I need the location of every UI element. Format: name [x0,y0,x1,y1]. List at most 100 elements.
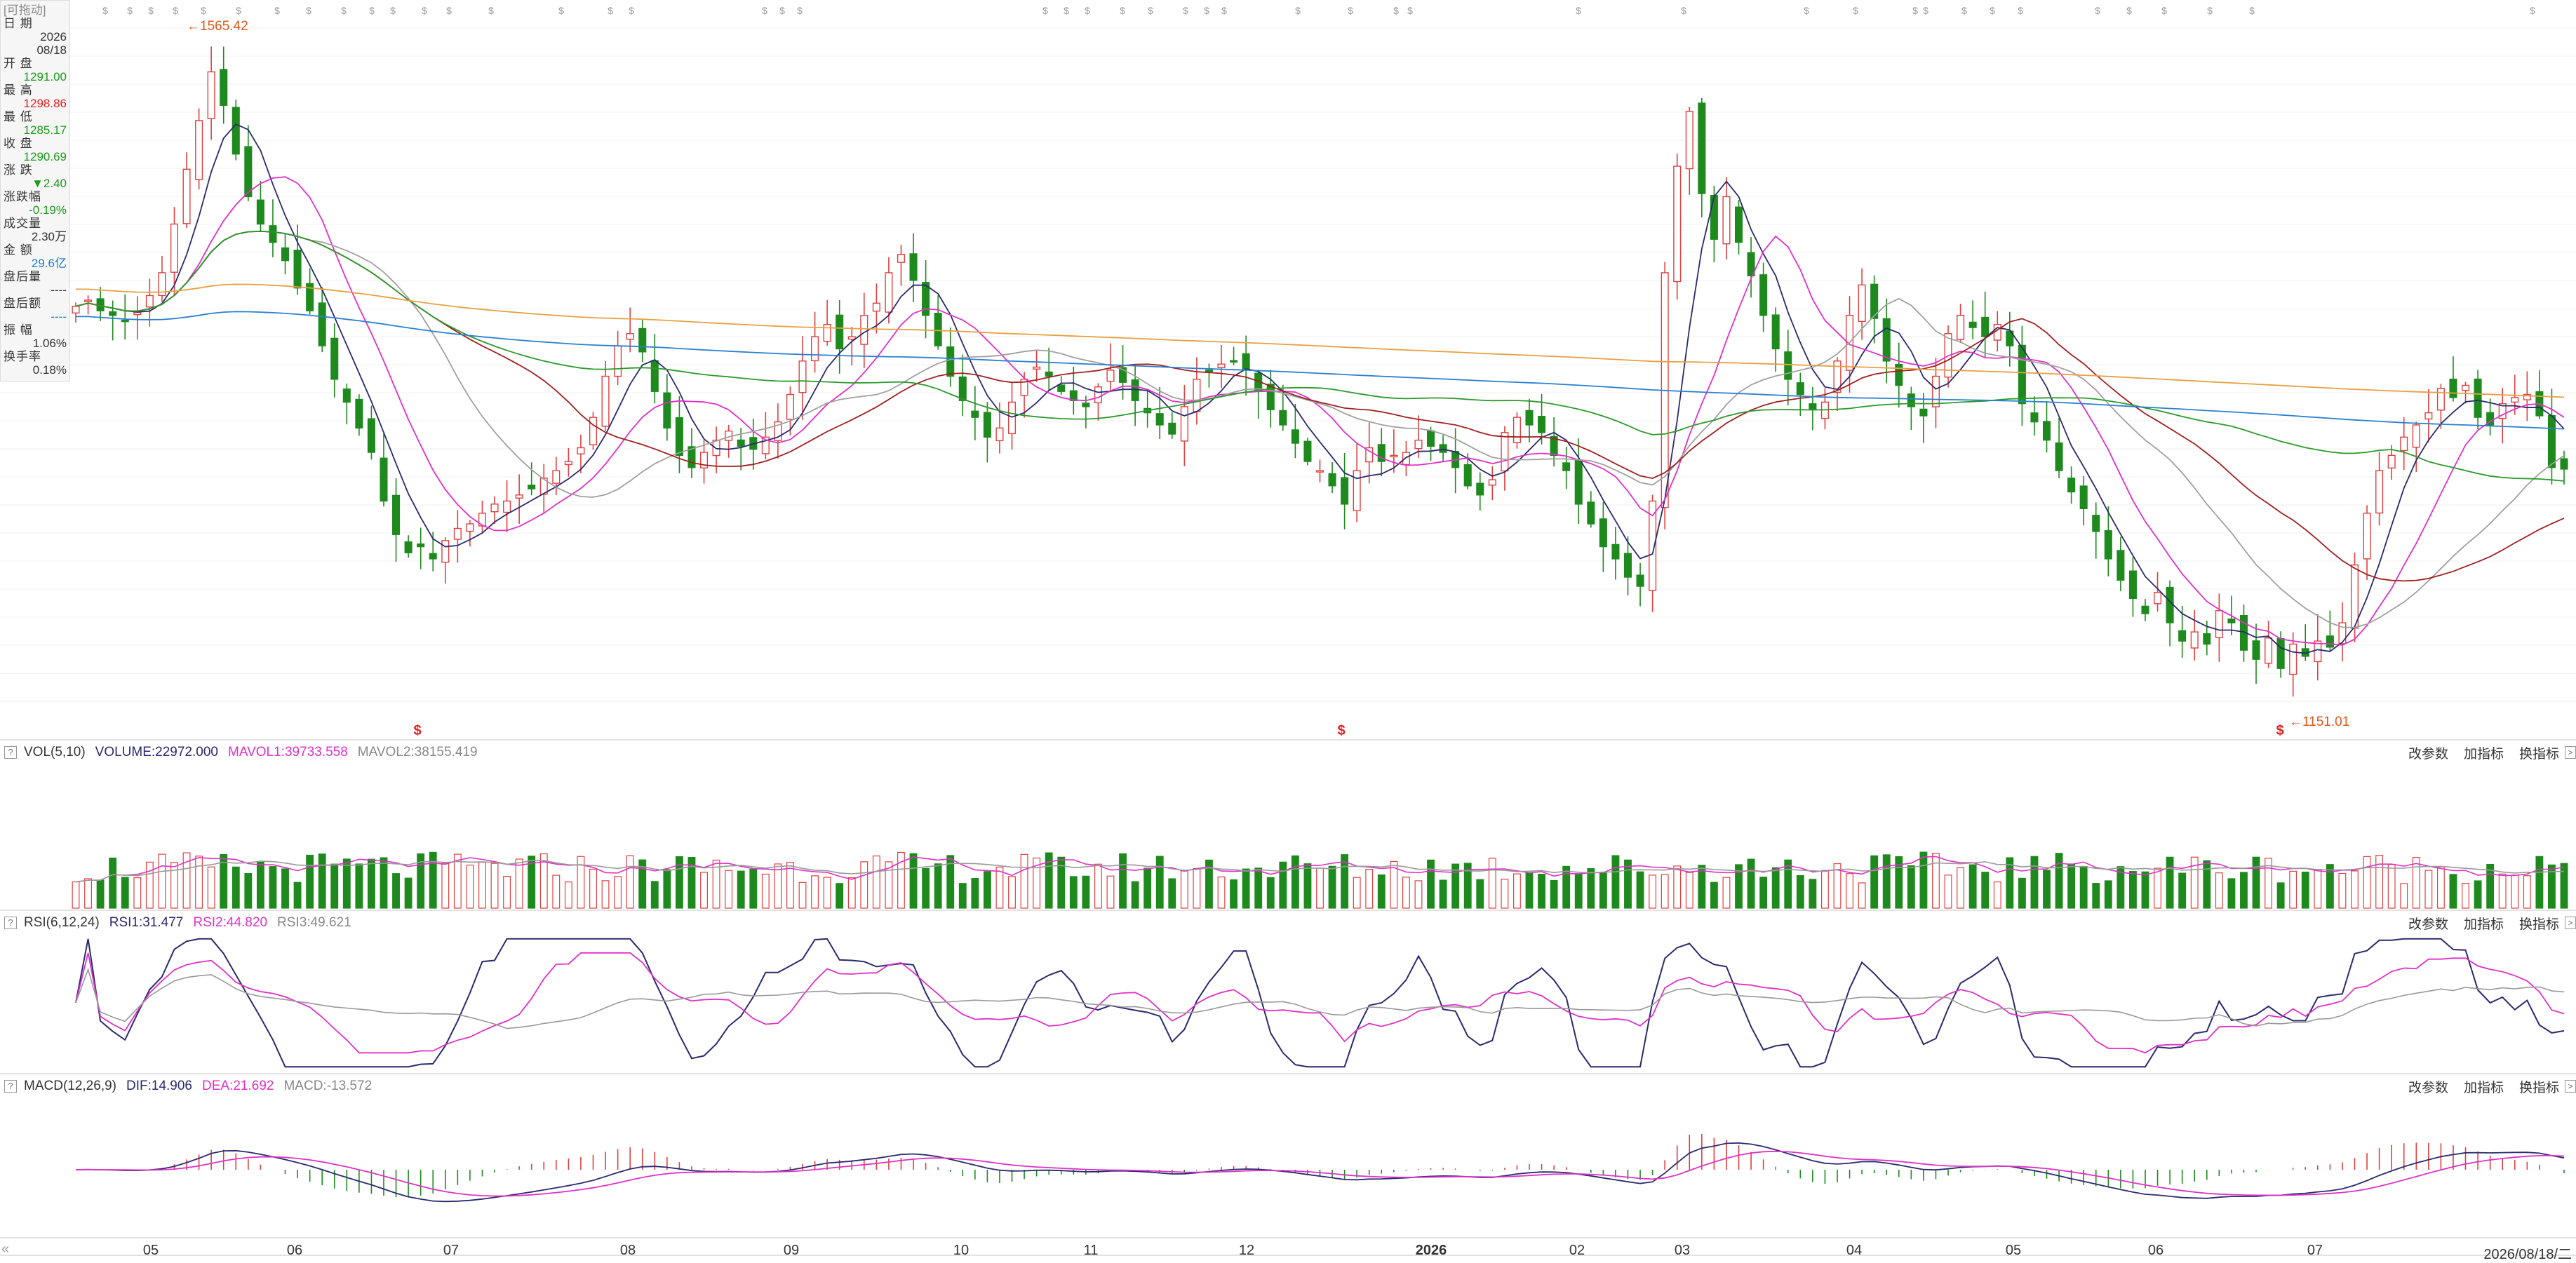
info-label: 换手率 [4,350,41,363]
candle-down [392,494,401,535]
volume-bar-up [811,875,819,909]
candle-down [1427,430,1435,447]
candle-down [367,418,375,453]
event-marker: $ [1337,723,1345,738]
volume-bar-up [1365,869,1374,909]
volume-bar-down [2128,871,2137,909]
candle-up [2190,631,2199,649]
top-event-marker: $ [1148,5,1153,16]
quote-info-panel[interactable]: [可拖动] 日 期 2026 08/18 开 盘 1291.00 最 高 1298.86 最… [0,0,70,381]
volume-bar-down [1574,874,1583,909]
top-event-marker: $ [1221,5,1227,16]
vol-expand-arrow[interactable]: > [2565,746,2576,759]
top-event-marker: $ [1348,5,1353,16]
volume-bar-up [626,855,634,909]
top-event-marker: $ [1681,5,1686,16]
volume-bar-up [490,863,499,909]
volume-bar-up [1513,873,1521,909]
rsi-expand-arrow[interactable]: > [2565,917,2576,929]
candle-up [885,272,893,313]
candle-up [1353,470,1361,511]
info-value: -0.19% [29,203,67,217]
top-event-marker: $ [148,5,154,16]
candle-up [564,461,572,466]
candle-down [2326,635,2334,648]
info-value: 1290.69 [23,150,67,163]
candle-down [2117,550,2125,581]
top-event-marker: $ [1912,5,1918,16]
volume-bar-up [1402,877,1410,909]
candle-down [269,225,277,243]
top-event-marker: $ [341,5,347,16]
volume-bar-down [1538,874,1545,909]
volume-bar-down [836,883,844,909]
candle-down [1230,360,1238,363]
info-label: 振 幅 [4,323,33,337]
vol-tools: 改参数 加指标 换指标 > [2393,743,2576,762]
volume-bar-up [2314,869,2322,909]
volume-bar-up [441,863,450,909]
vol-indicator-name[interactable]: VOL(5,10) [24,745,86,760]
vol-add-indicator-button[interactable]: 加指标 [2464,743,2504,762]
volume-bar-up [2215,872,2223,909]
macd-expand-arrow[interactable]: > [2565,1080,2576,1093]
volume-bar-down [2535,856,2544,909]
volume-bar-up [466,864,474,909]
candle-up [466,523,474,532]
rsi-params-button[interactable]: 改参数 [2408,914,2448,933]
macd-add-indicator-button[interactable]: 加指标 [2464,1077,2504,1096]
macd-switch-indicator-button[interactable]: 换指标 [2519,1077,2559,1096]
volume-bar-down [1784,859,1792,909]
rsi-add-indicator-button[interactable]: 加指标 [2464,914,2504,933]
volume-bar-up [2400,883,2408,909]
volume-bar-down [429,851,437,909]
vol-switch-indicator-button[interactable]: 换指标 [2519,743,2559,762]
volume-bar-up [2154,867,2161,909]
top-event-marker: $ [1120,5,1125,16]
candle-down [1439,444,1447,453]
candle-down [417,543,425,548]
candle-down [429,553,437,560]
volume-bar-down [256,861,264,909]
candle-down [1279,410,1287,426]
volume-bar-down [1069,876,1078,909]
rsi-panel [75,938,2565,1068]
candle-down [983,412,991,438]
candle-up [1106,370,1115,382]
rsi-indicator-name[interactable]: RSI(6,12,24) [24,915,100,931]
candle-up [207,71,215,119]
candle-up [614,345,622,377]
top-event-marker: $ [1295,5,1301,16]
info-value: 2.30万 [31,230,67,243]
info-label: 成交量 [4,217,41,230]
candle-down [121,319,129,323]
top-event-marker: $ [1042,5,1048,16]
candle-down [675,417,683,457]
rsi-switch-indicator-button[interactable]: 换指标 [2519,914,2559,933]
macd-value: MACD:-13.572 [283,1079,373,1093]
candle-down [737,439,745,447]
volume-bar-down [1796,874,1804,909]
rsi-help-button[interactable]: ? [4,917,17,929]
candle-up [2400,436,2408,452]
candle-down [2203,633,2211,645]
scroll-left-button[interactable]: « [1,1241,9,1257]
macd-help-button[interactable]: ? [4,1080,17,1093]
volume-bar-down [2227,878,2236,909]
candle-down [1809,403,1817,410]
top-event-marker: $ [1407,5,1413,16]
macd-params-button[interactable]: 改参数 [2408,1077,2448,1096]
candle-down [1463,464,1472,487]
candle-up [182,168,191,224]
stock-chart[interactable]: $ $ $ $ $ $ $ $ $ $ $ $ $ $ $ $ $ $ $ $ $ $ $ $ $ $ $ $ $ $ $ $ $ $ $ $ $ $ $ $… [0,0,2576,1259]
info-label: 涨 跌 [4,163,33,177]
macd-indicator-name[interactable]: MACD(12,26,9) [24,1079,116,1094]
volume-bar-up [1414,880,1423,909]
volume-bar-up [1846,873,1853,909]
volume-bar-down [1981,872,1990,909]
vol-params-button[interactable]: 改参数 [2408,743,2448,762]
candle-down [1155,413,1164,426]
volume-bar-down [1907,865,1915,909]
volume-bar-up [1020,853,1028,909]
vol-help-button[interactable]: ? [4,746,17,759]
